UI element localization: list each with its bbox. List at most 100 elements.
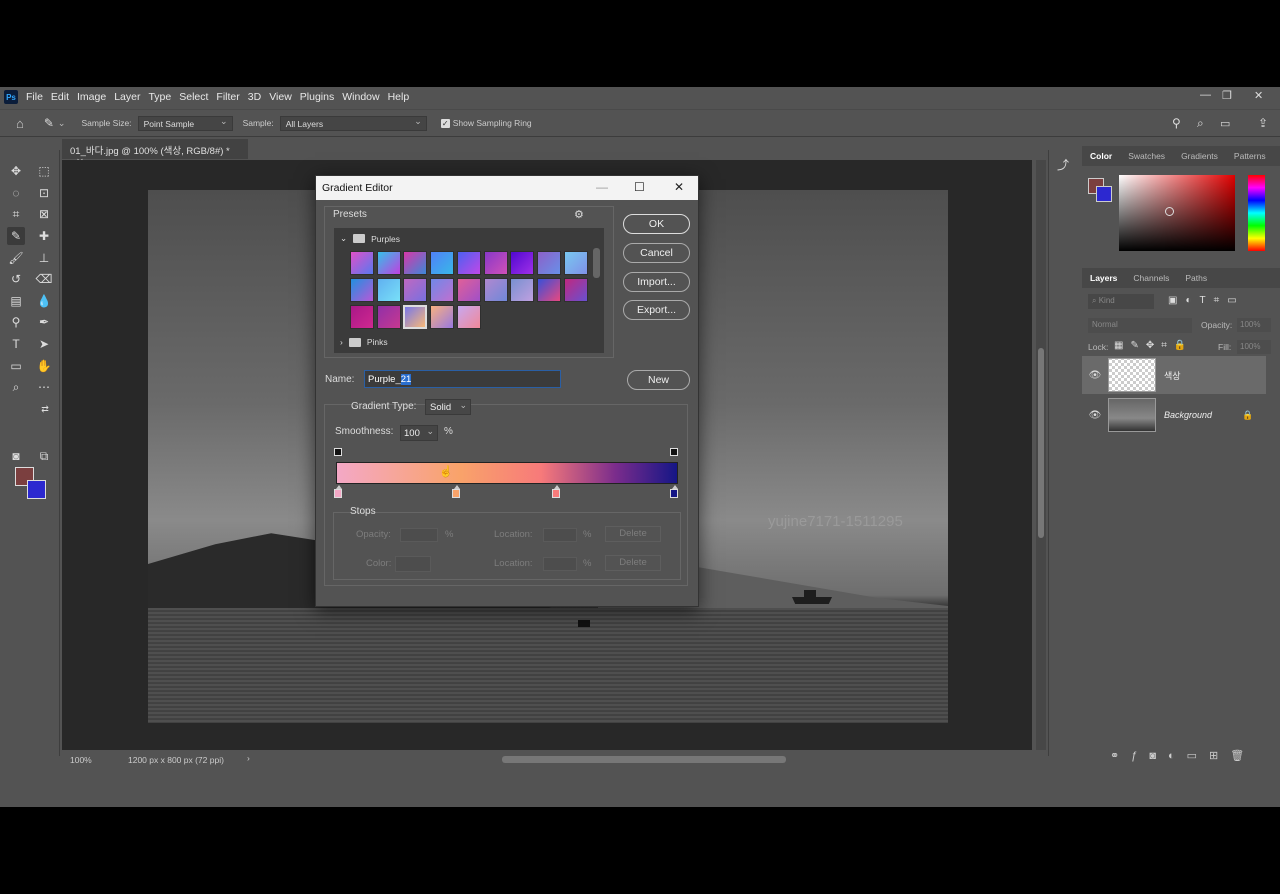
gradient-preview-bar[interactable]: ☝	[336, 462, 678, 484]
history-brush-tool-icon[interactable]: ↺	[7, 270, 25, 288]
workspace-icon[interactable]: ▭	[1220, 117, 1230, 130]
menu-type[interactable]: Type	[148, 91, 171, 103]
gradient-tool-icon[interactable]: ▤	[7, 292, 25, 310]
stop-color-location-input[interactable]	[543, 557, 577, 571]
gradient-preset-swatch[interactable]	[510, 278, 535, 302]
delete-opacity-stop-button[interactable]: Delete	[605, 526, 661, 542]
gradient-preset-swatch[interactable]	[430, 278, 455, 302]
minimize-icon[interactable]: —	[596, 180, 608, 194]
gradient-preset-swatch[interactable]	[536, 251, 561, 275]
horizontal-scrollbar[interactable]	[502, 756, 786, 763]
color-panel-background[interactable]	[1096, 186, 1112, 202]
preset-list[interactable]: ⌄ Purples › Pinks	[334, 228, 604, 353]
chevron-right-icon[interactable]: ›	[340, 337, 343, 347]
gradient-preset-swatch[interactable]	[403, 305, 428, 329]
smoothness-input[interactable]: 100 ⌄	[400, 425, 438, 441]
gradient-preset-swatch[interactable]	[376, 251, 401, 275]
share-user-icon[interactable]: ⚲	[1172, 116, 1181, 130]
tab-channels[interactable]: Channels	[1125, 273, 1177, 283]
color-stop-1[interactable]	[334, 485, 342, 498]
show-sampling-ring-checkbox[interactable]: ✓	[440, 118, 450, 128]
gear-icon[interactable]: ⚙	[574, 208, 584, 221]
gradient-preset-swatch[interactable]	[563, 251, 588, 275]
gradient-type-select[interactable]: Solid ⌄	[425, 399, 471, 415]
menu-view[interactable]: View	[269, 91, 292, 103]
menu-filter[interactable]: Filter	[216, 91, 239, 103]
chevron-down-icon[interactable]: ⌄	[58, 118, 66, 129]
document-tab[interactable]: 01_바다.jpg @ 100% (색상, RGB/8#) * ✕	[62, 139, 248, 168]
blend-mode-select[interactable]: Normal	[1088, 318, 1192, 333]
tab-swatches[interactable]: Swatches	[1120, 151, 1173, 161]
gradient-preset-swatch[interactable]	[510, 251, 535, 275]
tab-patterns[interactable]: Patterns	[1226, 151, 1274, 161]
tab-paths[interactable]: Paths	[1177, 273, 1215, 283]
gradient-preset-swatch[interactable]	[403, 251, 428, 275]
lock-icons[interactable]: ▦✎✥⌗🔒	[1114, 340, 1193, 351]
gradient-preset-swatch[interactable]	[350, 251, 374, 275]
fill-input[interactable]: 100%	[1237, 340, 1271, 354]
menu-layer[interactable]: Layer	[114, 91, 140, 103]
minimize-icon[interactable]: —	[1200, 89, 1211, 101]
healing-brush-tool-icon[interactable]: ✚	[35, 227, 53, 245]
home-icon[interactable]: ⌂	[16, 116, 24, 131]
layer-name[interactable]: 색상	[1164, 369, 1181, 382]
gradient-preset-swatch[interactable]	[350, 305, 374, 329]
close-icon[interactable]: ✕	[674, 180, 684, 194]
gradient-preset-swatch[interactable]	[430, 305, 455, 329]
close-icon[interactable]: ✕	[1254, 89, 1263, 102]
menu-plugins[interactable]: Plugins	[300, 91, 334, 103]
gradient-preset-swatch[interactable]	[456, 251, 481, 275]
gradient-preset-swatch[interactable]	[483, 251, 508, 275]
gradient-preset-swatch[interactable]	[563, 278, 588, 302]
layer-kind-filter[interactable]: ⌕ Kind	[1088, 294, 1154, 309]
move-tool-icon[interactable]: ✥	[7, 162, 25, 180]
eyedropper-tool-icon[interactable]: ✎	[7, 227, 25, 245]
menu-select[interactable]: Select	[179, 91, 208, 103]
frame-tool-icon[interactable]: ⊠	[35, 205, 53, 223]
import-button[interactable]: Import...	[623, 272, 690, 292]
export-button[interactable]: Export...	[623, 300, 690, 320]
gradient-preset-swatch[interactable]	[376, 305, 401, 329]
screen-mode-icon[interactable]: ⧉	[35, 447, 53, 465]
menu-3d[interactable]: 3D	[248, 91, 261, 103]
folder-pinks[interactable]: › Pinks	[340, 337, 388, 347]
quick-mask-icon[interactable]: ◙	[7, 447, 25, 465]
pen-tool-icon[interactable]: ✒	[35, 313, 53, 331]
tab-layers[interactable]: Layers	[1082, 273, 1125, 283]
marquee-tool-icon[interactable]: ⬚	[35, 162, 53, 180]
color-stop-3[interactable]	[552, 485, 560, 498]
color-stop-2[interactable]	[452, 485, 460, 498]
delete-color-stop-button[interactable]: Delete	[605, 555, 661, 571]
object-select-tool-icon[interactable]: ⊡	[35, 184, 53, 202]
eye-icon[interactable]: 👁	[1082, 410, 1108, 421]
sample-size-select[interactable]: Point Sample	[137, 115, 233, 131]
zoom-level[interactable]: 100%	[70, 755, 92, 765]
layer-filter-icons[interactable]: ▣◐T⌗▭	[1168, 295, 1245, 306]
tab-gradients[interactable]: Gradients	[1173, 151, 1226, 161]
gradient-name-input[interactable]: Purple_21	[364, 370, 561, 388]
tab-color[interactable]: Color	[1082, 151, 1120, 161]
restore-icon[interactable]: ❐	[1222, 89, 1232, 102]
menu-edit[interactable]: Edit	[51, 91, 69, 103]
gradient-preset-swatch[interactable]	[456, 305, 481, 329]
preset-scrollbar[interactable]	[593, 248, 600, 278]
gradient-preset-swatch[interactable]	[430, 251, 455, 275]
stop-color-swatch[interactable]	[395, 556, 431, 572]
stamp-tool-icon[interactable]: ⊥	[35, 249, 53, 267]
new-button[interactable]: New	[627, 370, 690, 390]
search-icon[interactable]: ⌕	[1197, 116, 1204, 131]
gradient-preset-swatch[interactable]	[456, 278, 481, 302]
ok-button[interactable]: OK	[623, 214, 690, 234]
layer-row-color[interactable]: 👁 색상	[1082, 356, 1266, 394]
hue-slider[interactable]	[1248, 175, 1265, 251]
menu-help[interactable]: Help	[388, 91, 410, 103]
crop-tool-icon[interactable]: ⌗	[7, 205, 25, 223]
gradient-preset-swatch[interactable]	[403, 278, 428, 302]
lasso-tool-icon[interactable]: ◌	[7, 184, 25, 202]
menu-image[interactable]: Image	[77, 91, 106, 103]
chevron-down-icon[interactable]: ⌄	[340, 233, 347, 244]
stop-opacity-location-input[interactable]	[543, 528, 577, 542]
color-picker-cursor[interactable]	[1165, 207, 1174, 216]
gradient-preset-swatch[interactable]	[536, 278, 561, 302]
color-picker-field[interactable]	[1119, 175, 1235, 251]
